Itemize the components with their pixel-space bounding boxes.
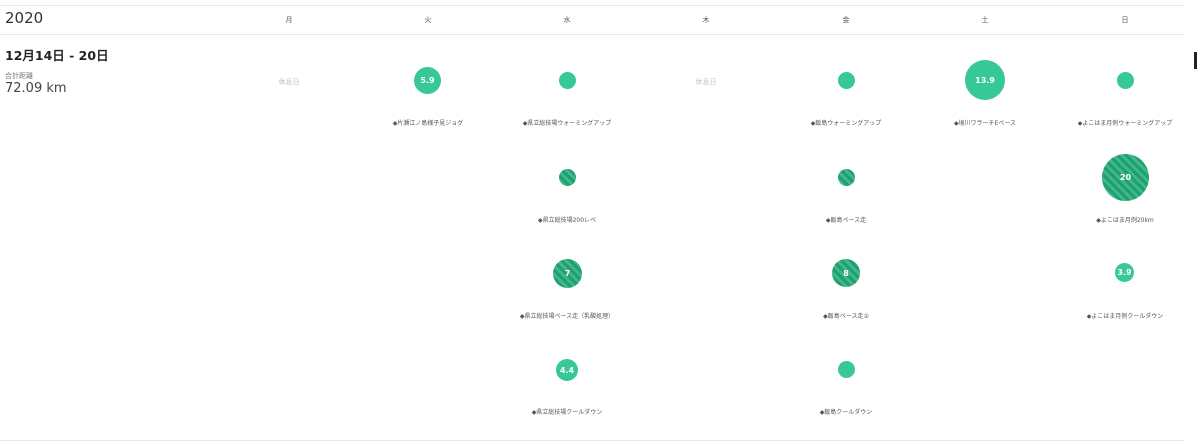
day-header-tue: 火 — [424, 16, 432, 24]
workout-label-wed-2[interactable]: ◆県立総技場200レペ — [487, 215, 647, 224]
weekly-calendar: 2020 月 火 水 木 金 土 日 12月14日 - 20日 合計距離 72.… — [0, 0, 1200, 446]
workout-label-wed-4[interactable]: ◆県立総技場クールダウン — [487, 407, 647, 416]
workout-circle-wed-4[interactable]: 4.4 — [556, 359, 578, 381]
workout-circle-tue-1[interactable]: 5.9 — [414, 67, 441, 94]
workout-circle-sat-1[interactable]: 13.9 — [965, 60, 1005, 100]
total-distance-value: 72.09 km — [5, 81, 67, 96]
workout-circle-sun-2[interactable]: 20 — [1102, 154, 1149, 201]
workout-label-fri-3[interactable]: ◆飯島ペース走② — [766, 311, 926, 320]
rest-day-mon: 休息日 — [278, 78, 300, 86]
workout-label-sun-3[interactable]: ◆よこはま月例クールダウン — [1045, 311, 1200, 320]
workout-circle-sun-1[interactable] — [1117, 72, 1134, 89]
workout-label-fri-2[interactable]: ◆飯島ペース走 — [766, 215, 926, 224]
workout-label-fri-4[interactable]: ◆飯島クールダウン — [766, 407, 926, 416]
day-header-sat: 土 — [981, 16, 989, 24]
top-divider — [0, 5, 1185, 6]
day-header-wed: 水 — [563, 16, 571, 24]
workout-circle-wed-2[interactable] — [559, 169, 576, 186]
workout-label-fri-1[interactable]: ◆飯島ウォーミングアップ — [766, 118, 926, 127]
scroll-position-marker[interactable] — [1194, 52, 1197, 69]
rest-day-thu: 休息日 — [695, 78, 717, 86]
workout-label-wed-1[interactable]: ◆県立総技場ウォーミングアップ — [487, 118, 647, 127]
workout-circle-sun-3[interactable]: 3.9 — [1115, 263, 1134, 282]
day-header-fri: 金 — [842, 16, 850, 24]
header-divider — [0, 34, 1185, 35]
day-header-mon: 月 — [285, 16, 293, 24]
workout-label-sun-2[interactable]: ◆よこはま月例20km — [1045, 215, 1200, 224]
workout-label-wed-3[interactable]: ◆県立総技場ペース走（乳酸処理） — [487, 311, 647, 320]
workout-circle-fri-4[interactable] — [838, 361, 855, 378]
year-label: 2020 — [5, 9, 44, 27]
workout-label-sat-1[interactable]: ◆境川ワラーチEペース — [905, 118, 1065, 127]
workout-circle-fri-3[interactable]: 8 — [832, 259, 860, 287]
workout-circle-fri-2[interactable] — [838, 169, 855, 186]
total-distance-label: 合計距離 — [5, 72, 33, 80]
workout-circle-wed-1[interactable] — [559, 72, 576, 89]
bottom-divider — [0, 440, 1185, 441]
workout-label-sun-1[interactable]: ◆よこはま月例ウォーミングアップ — [1045, 118, 1200, 127]
workout-label-tue-1[interactable]: ◆片瀬江ノ島様子見ジョグ — [348, 118, 508, 127]
week-range-title: 12月14日 - 20日 — [5, 48, 109, 63]
day-header-sun: 日 — [1121, 16, 1129, 24]
workout-circle-wed-3[interactable]: 7 — [553, 259, 582, 288]
workout-circle-fri-1[interactable] — [838, 72, 855, 89]
day-header-thu: 木 — [702, 16, 710, 24]
